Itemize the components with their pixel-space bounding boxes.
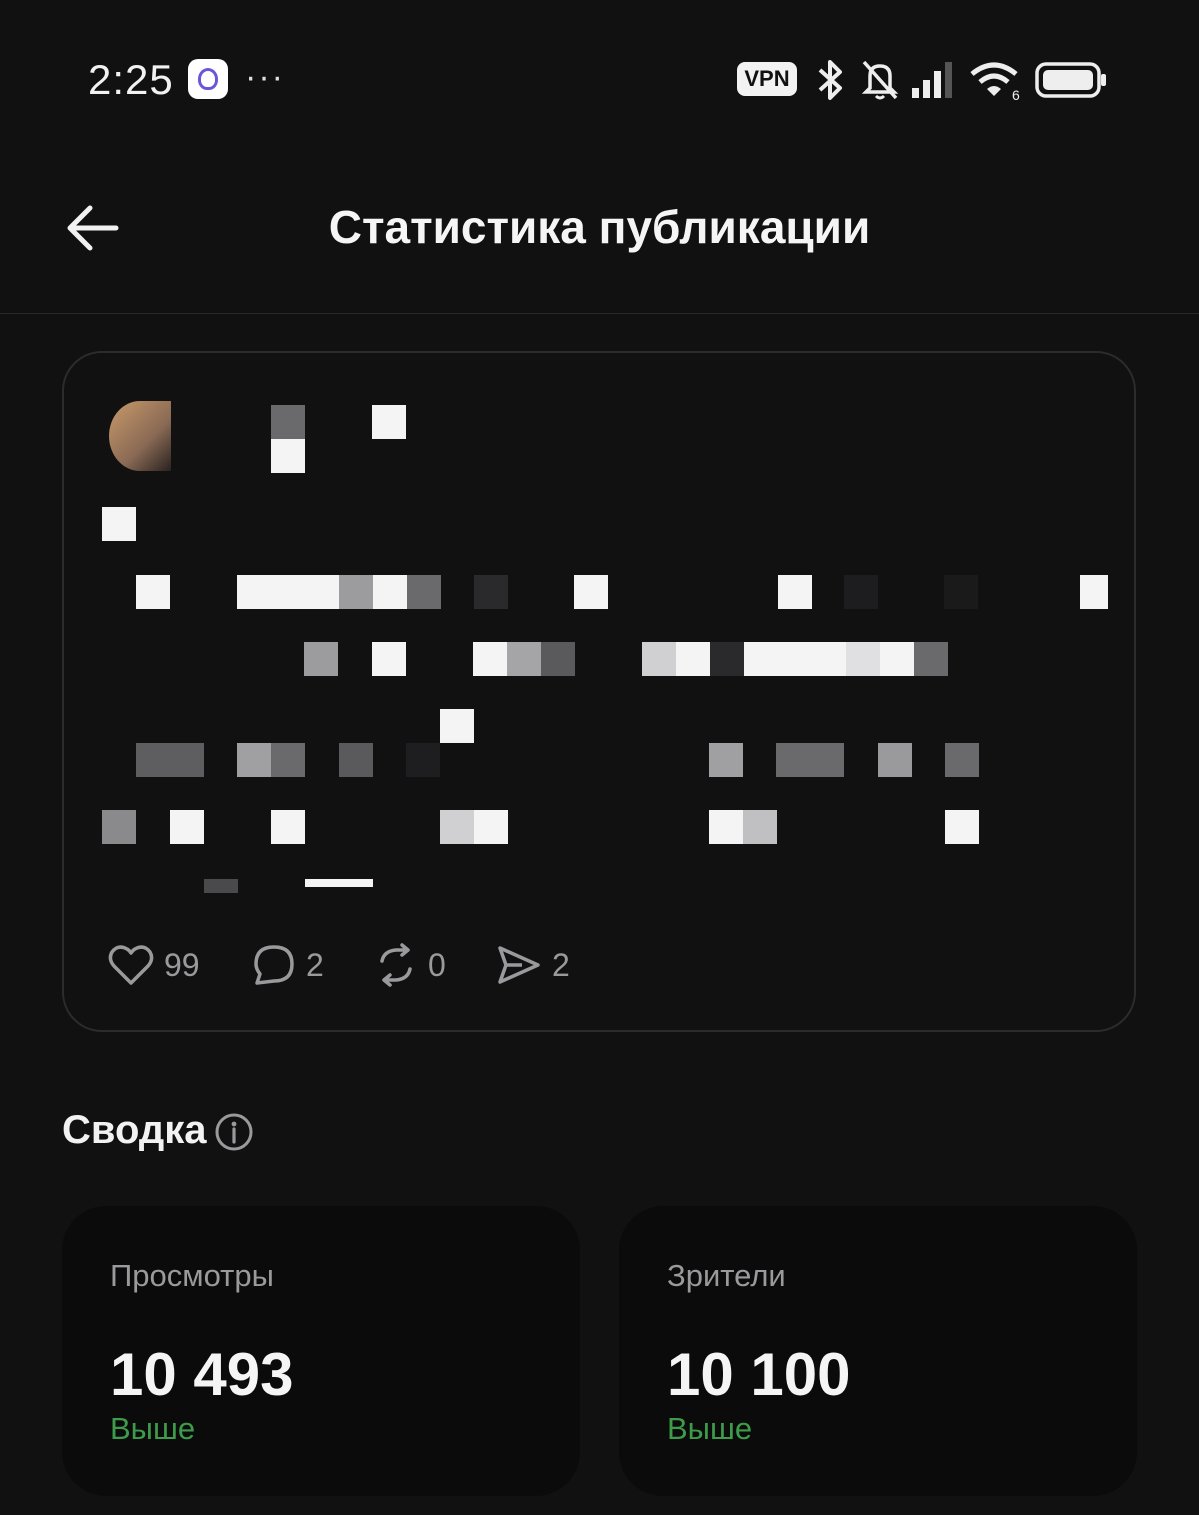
likes-action[interactable]: 99 [108,940,200,990]
reposts-count: 0 [428,946,446,983]
viewers-stat-card[interactable]: Зрители 10 100 Выше [619,1206,1137,1496]
comments-action[interactable]: 2 [252,940,324,990]
status-bar: 2:25 ··· VPN 6 [0,0,1199,160]
repost-icon [380,943,412,987]
avatar [109,401,171,471]
info-icon[interactable] [214,1112,254,1152]
bell-off-icon [861,60,899,100]
vpn-badge: VPN [737,62,797,96]
signal-icon [912,62,952,98]
stat-value: 10 493 [110,1341,294,1408]
stat-label: Просмотры [110,1258,274,1293]
stat-value: 10 100 [667,1341,851,1408]
svg-text:6: 6 [1012,87,1020,102]
stat-trend: Выше [667,1411,753,1446]
reposts-action[interactable]: 0 [374,940,446,990]
views-stat-card[interactable]: Просмотры 10 493 Выше [62,1206,580,1496]
alice-icon [188,59,228,99]
shares-count: 2 [552,946,570,983]
stat-label: Зрители [667,1258,786,1293]
header-divider [0,313,1199,314]
battery-icon [1035,62,1106,98]
shares-action[interactable]: 2 [496,940,570,990]
stat-trend: Выше [110,1411,196,1446]
send-icon [498,946,540,984]
wifi-icon: 6 [970,62,1020,102]
status-time: 2:25 [88,56,174,103]
comment-icon [254,945,294,985]
summary-title: Сводка [62,1108,207,1152]
post-preview-card[interactable] [62,351,1136,1032]
comments-count: 2 [306,946,324,983]
likes-count: 99 [164,946,200,983]
more-dots-icon: ··· [245,58,285,96]
page-title: Статистика публикации [328,201,871,253]
bluetooth-icon [818,60,842,100]
heart-icon [108,945,154,985]
